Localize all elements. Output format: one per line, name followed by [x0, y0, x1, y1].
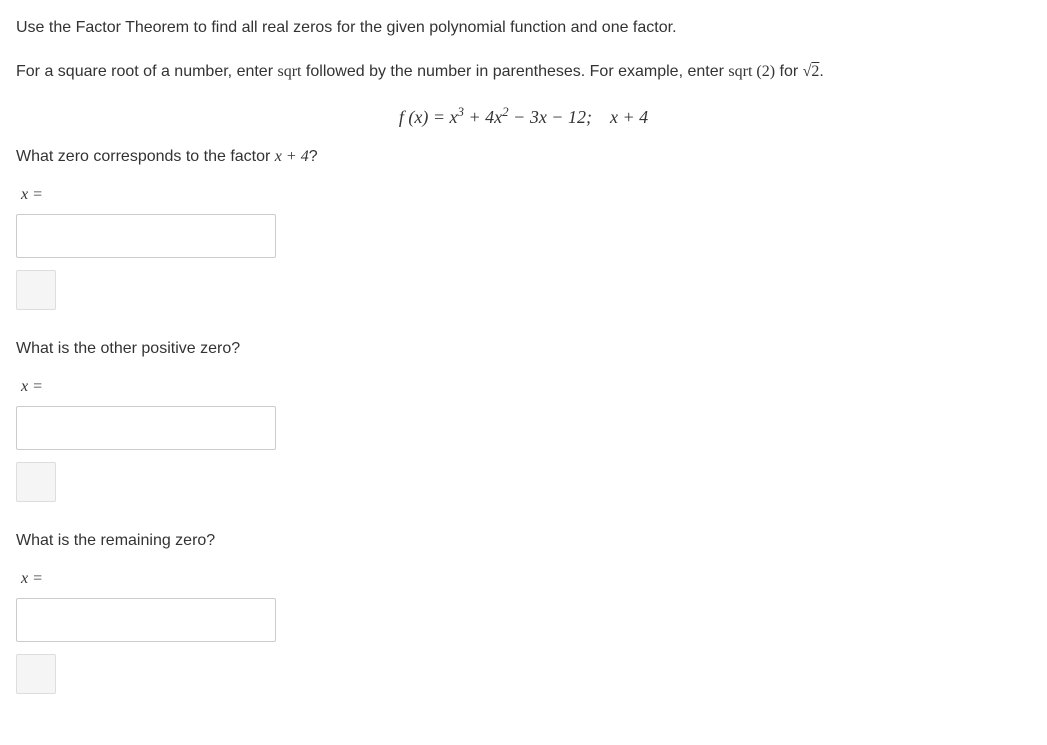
answer-input-3[interactable]: [16, 598, 276, 642]
question-1-text: What zero corresponds to the factor x + …: [16, 148, 1031, 166]
answer-block-1: x =: [16, 186, 1031, 310]
answer-input-1[interactable]: [16, 214, 276, 258]
question-2-text: What is the other positive zero?: [16, 340, 1031, 358]
sqrt-example: sqrt (2): [728, 63, 775, 80]
equation-factor: x + 4: [610, 107, 648, 127]
equation-term: − 3x − 12;: [509, 107, 592, 127]
equation-lhs: f (x) = x: [399, 107, 458, 127]
sqrt-symbol: √2: [803, 63, 820, 80]
status-box-2: [16, 462, 56, 502]
answer-input-2[interactable]: [16, 406, 276, 450]
answer-block-3: x =: [16, 570, 1031, 694]
instruction-fragment: For a square root of a number, enter: [16, 63, 277, 80]
equation-term: + 4x: [464, 107, 502, 127]
status-box-1: [16, 270, 56, 310]
x-equals-label-3: x =: [16, 570, 1031, 588]
instruction-line-2: For a square root of a number, enter sqr…: [16, 60, 1031, 84]
polynomial-equation: f (x) = x3 + 4x2 − 3x − 12; x + 4: [16, 104, 1031, 128]
instruction-fragment: followed by the number in parentheses. F…: [301, 63, 728, 80]
period: .: [819, 63, 823, 80]
math-inline: x + 4: [275, 148, 309, 165]
status-box-3: [16, 654, 56, 694]
sqrt-literal: sqrt: [277, 63, 301, 80]
question-3-text: What is the remaining zero?: [16, 532, 1031, 550]
x-equals-label-2: x =: [16, 378, 1031, 396]
question-fragment: What zero corresponds to the factor: [16, 148, 275, 165]
answer-block-2: x =: [16, 378, 1031, 502]
x-equals-label-1: x =: [16, 186, 1031, 204]
instruction-fragment: for: [775, 63, 803, 80]
instruction-line-1: Use the Factor Theorem to find all real …: [16, 16, 1031, 40]
question-fragment: ?: [309, 148, 318, 165]
